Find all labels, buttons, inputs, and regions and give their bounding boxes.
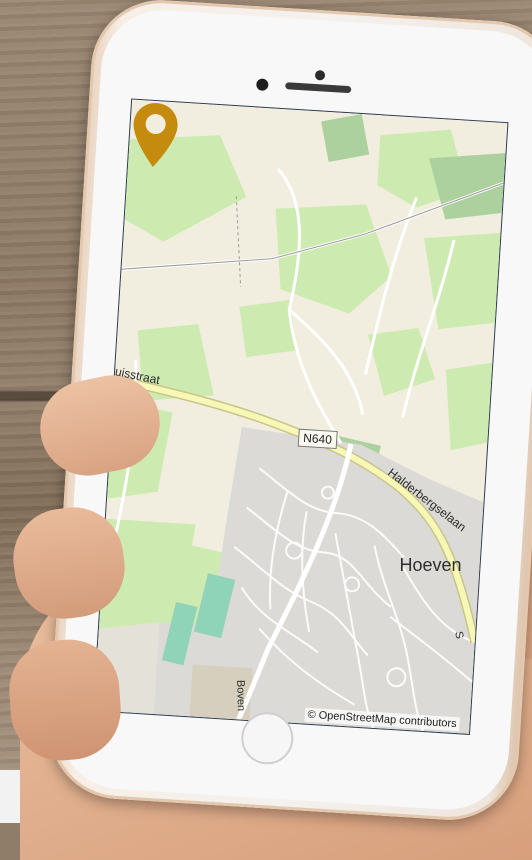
front-camera-icon [314, 69, 326, 81]
proximity-sensor [255, 78, 269, 92]
location-pin-icon[interactable] [128, 100, 182, 171]
road-label-boven: Boven [234, 679, 247, 712]
route-shield-n640: N640 [297, 428, 338, 450]
hand-finger-ring [5, 636, 125, 764]
town-label-hoeven: Hoeven [399, 555, 462, 576]
earpiece-speaker [285, 82, 352, 94]
